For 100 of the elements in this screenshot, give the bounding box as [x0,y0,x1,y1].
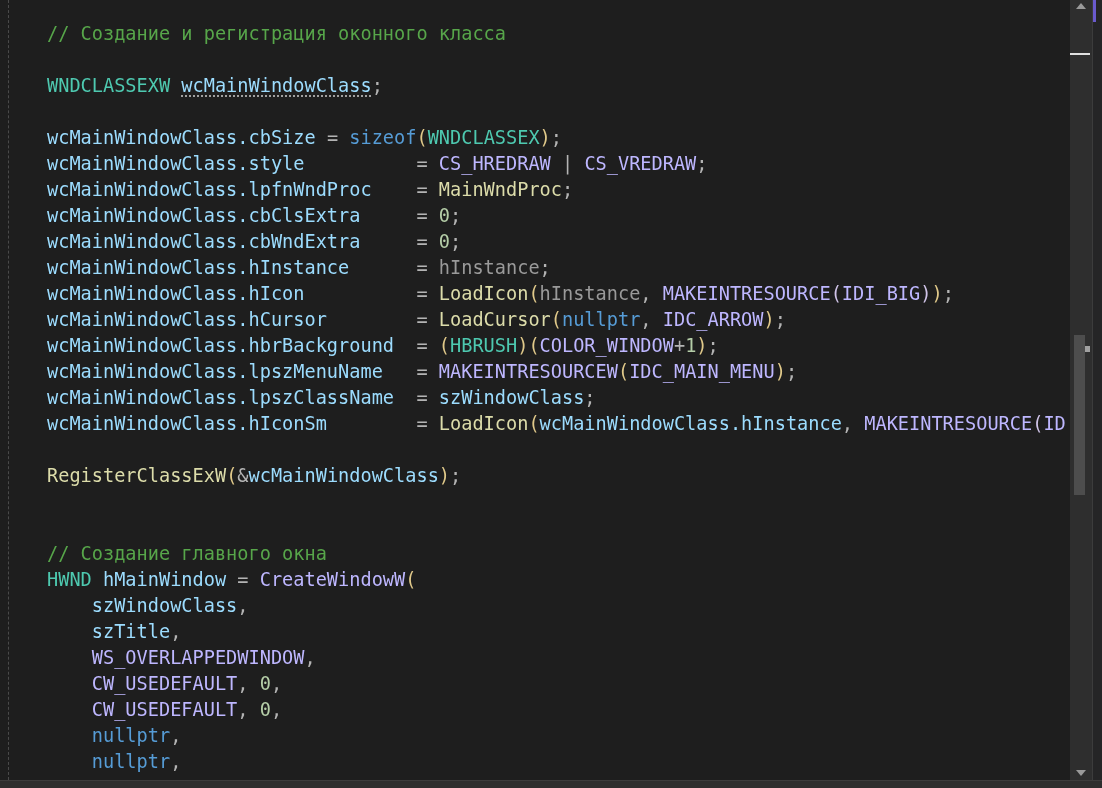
code-token: CW_USEDEFAULT [91,673,238,694]
code-token: = [415,335,429,356]
code-token: , [270,673,283,694]
code-token: MAKEINTRESOURCE [864,413,1033,434]
code-token: .hIconSm [237,413,327,434]
code-token: ; [450,205,462,226]
code-token: ; [550,127,562,148]
code-token: , [170,751,182,772]
code-token: hInstance [539,283,641,304]
code-token: wcMainWindowClass [47,127,238,148]
code-token: ; [774,309,786,330]
code-token: nullptr [562,309,641,330]
code-token: HWND [47,569,92,590]
vertical-scrollbar[interactable] [1070,0,1092,780]
code-token: ) [696,335,708,356]
scroll-down-icon[interactable] [1076,770,1086,776]
code-token: 0 [438,205,451,226]
code-token: = [325,127,340,148]
code-token: .hCursor [237,309,327,330]
code-token: hInstance [438,257,540,278]
code-token: | [560,153,575,174]
code-token: CreateWindowW [259,569,406,590]
code-token: wcMainWindowClass [47,153,238,174]
code-token: wcMainWindowClass [47,413,238,434]
code-token: ) [539,127,551,148]
code-token: = [415,283,429,304]
code-token: 0 [438,231,451,252]
code-token: .hInstance [237,257,350,278]
code-token: WNDCLASSEX [427,127,540,148]
code-token: ; [561,179,574,200]
code-token: MainWndProc [438,179,562,200]
code-token: LoadIcon [438,413,529,434]
code-token: LoadCursor [438,309,551,330]
code-token: .hbrBackground [237,335,395,356]
code-token: wcMainWindowClass [248,465,439,486]
code-token: ; [371,75,383,96]
code-token: ( [830,283,842,304]
code-token: szWindowClass [438,387,585,408]
code-token: wcMainWindowClass [47,335,238,356]
code-token: WNDCLASSEXW [47,75,171,96]
code-token: CS_HREDRAW [438,153,551,174]
code-token: RegisterClassExW [47,465,227,486]
code-token: 0 [259,673,271,694]
code-token: ) [920,283,932,304]
code-token: .lpszMenuName [237,361,383,382]
code-token: = [415,205,429,226]
code-token: wcMainWindowClass [47,283,238,304]
code-token: wcMainWindowClass [47,309,238,330]
code-token: , [304,647,316,668]
code-token: ( [617,361,630,382]
code-token: ; [450,465,462,486]
code-token: ; [539,257,551,278]
horizontal-scrollbar[interactable] [0,780,1102,788]
scroll-marker [1085,346,1090,352]
code-token: )( [517,335,540,356]
code-token: .lpfnWndProc [237,179,372,200]
code-token: = [415,153,429,174]
code-token: , [170,725,182,746]
code-token: hMainWindow [102,569,227,590]
code-token: wcMainWindowClass [47,387,238,408]
code-token: COLOR_WINDOW [539,335,674,356]
code-token: wcMainWindowClass [47,257,238,278]
code-token: , [237,595,249,616]
code-token: .cbClsExtra [237,205,361,226]
code-token: ( [438,335,451,356]
code-token: MAKEINTRESOURCE [662,283,831,304]
code-token: ( [1032,413,1044,434]
code-token: IDC_ARROW [662,309,764,330]
code-token: ( [226,465,238,486]
code-token: .cbWndExtra [237,231,361,252]
code-token: , [270,699,283,720]
scroll-up-icon[interactable] [1076,3,1086,9]
code-token: .style [237,153,305,174]
code-token: ) [931,283,943,304]
scroll-thumb[interactable] [1074,335,1085,495]
code-token: wcMainWindowClass [47,205,238,226]
code-token: = [415,231,429,252]
code-token: .hIcon [237,283,305,304]
code-token: nullptr [91,751,171,772]
code-token: IDC_MAIN_MENU [629,361,775,382]
code-token: = [415,361,429,382]
code-token: ( [528,283,540,304]
code-token: wcMainWindowClass [47,179,238,200]
code-token: sizeof [349,127,417,148]
code-token: ; [785,361,798,382]
code-token: & [237,465,249,486]
code-token: .lpszClassName [237,387,395,408]
code-token: ; [696,153,708,174]
code-token: ( [405,569,417,590]
code-token: 0 [259,699,271,720]
code-token: , [237,673,250,694]
code-token: = [236,569,250,590]
code-token: ID [1043,413,1066,434]
code-token: ; [942,283,954,304]
code-token: = [415,413,429,434]
code-token: = [415,179,429,200]
code-token: , [170,621,182,642]
code-token: , [640,309,653,330]
code-token: MAKEINTRESOURCEW [438,361,618,382]
code-token: , [640,283,653,304]
